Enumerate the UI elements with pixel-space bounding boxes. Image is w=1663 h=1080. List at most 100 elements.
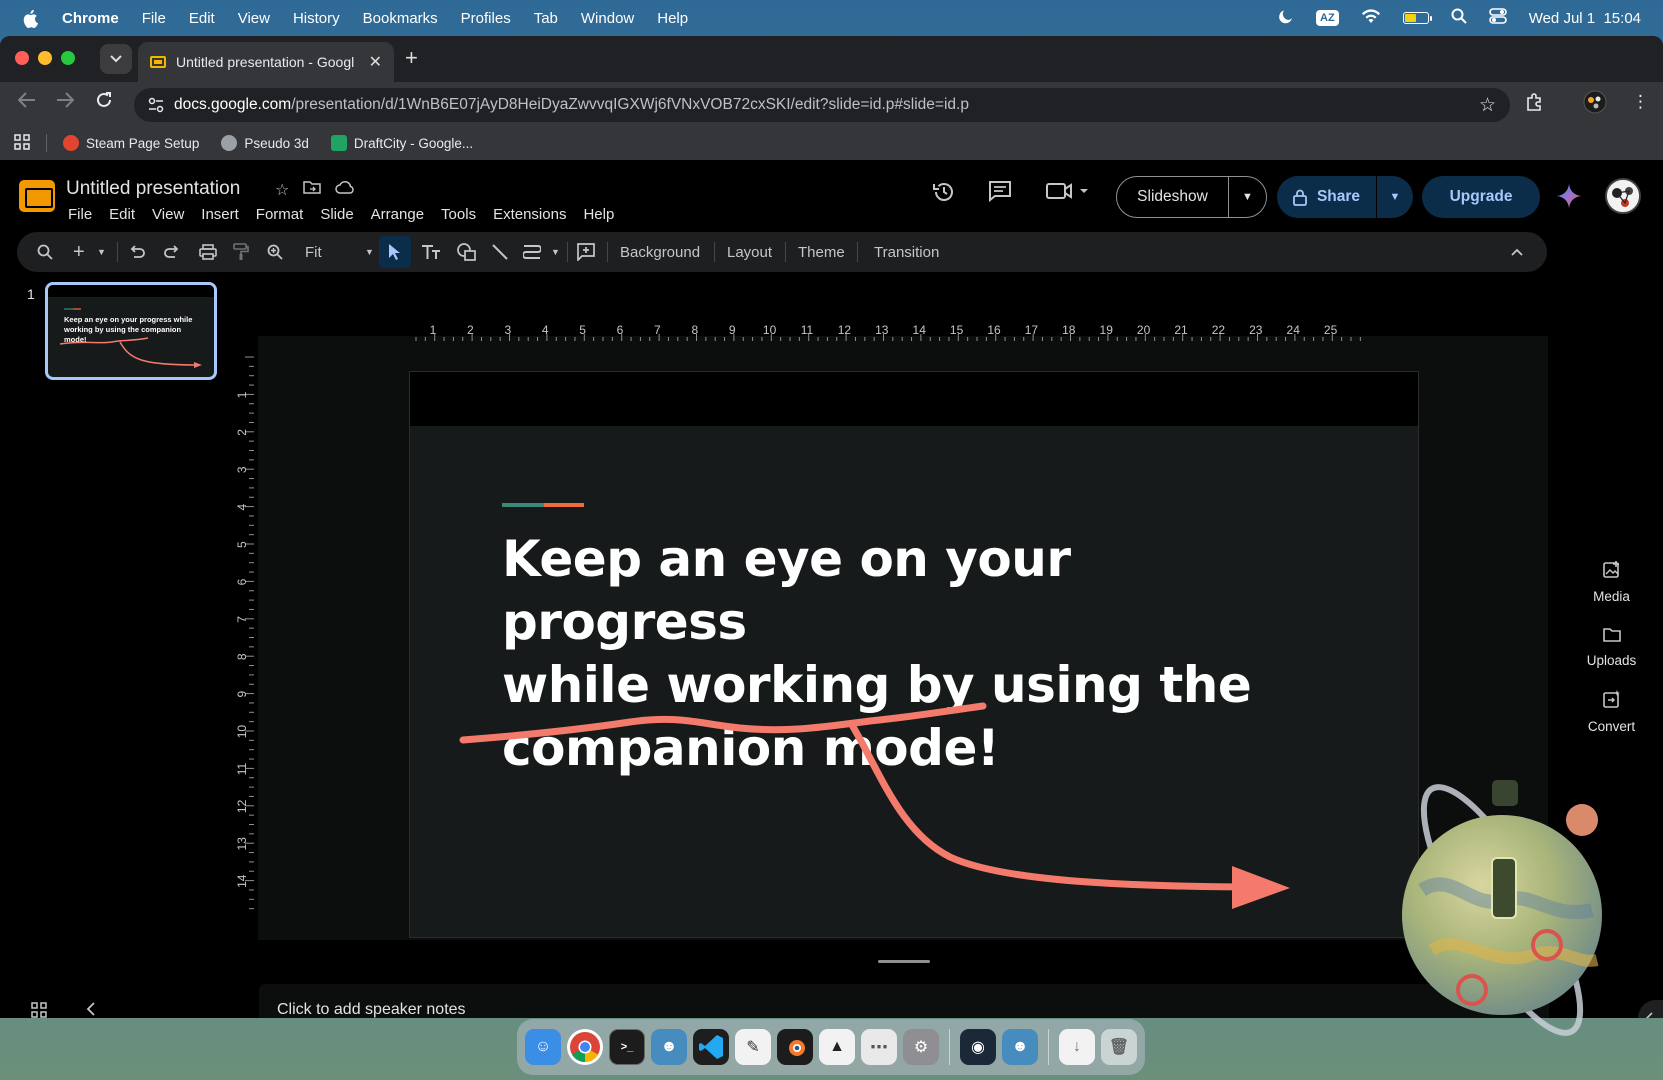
- share-dropdown-icon[interactable]: ▼: [1377, 191, 1413, 203]
- zoom-select[interactable]: Fit: [305, 232, 322, 272]
- trash-icon[interactable]: 🗑: [1101, 1029, 1137, 1065]
- chrome-icon[interactable]: [567, 1029, 603, 1065]
- menubar-view[interactable]: View: [238, 10, 270, 27]
- collapse-filmstrip-chevron-left-icon[interactable]: [86, 1000, 96, 1018]
- finder-icon[interactable]: ☺: [525, 1029, 561, 1065]
- drawing-app-icon[interactable]: ✎: [735, 1029, 771, 1065]
- tab-search-button[interactable]: [100, 44, 132, 74]
- share-button[interactable]: Share ▼: [1277, 176, 1413, 218]
- address-bar[interactable]: docs.google.com/presentation/d/1WnB6E07j…: [134, 88, 1510, 122]
- side-panel-media[interactable]: Media: [1560, 560, 1663, 604]
- bookmark-draftcity[interactable]: DraftCity - Google...: [330, 135, 473, 151]
- godot-icon[interactable]: ☻: [651, 1029, 687, 1065]
- slideshow-dropdown-icon[interactable]: ▼: [1229, 191, 1266, 203]
- slide-canvas[interactable]: Keep an eye on your progress while worki…: [409, 371, 1419, 938]
- battery-icon[interactable]: [1402, 12, 1432, 24]
- minimize-window-button[interactable]: [38, 51, 52, 65]
- side-panel-uploads[interactable]: Uploads: [1560, 626, 1663, 668]
- close-tab-icon[interactable]: ✕: [369, 52, 382, 72]
- downloads-icon[interactable]: ↓: [1059, 1029, 1095, 1065]
- system-settings-icon[interactable]: ⚙: [903, 1029, 939, 1065]
- menubar-app-name[interactable]: Chrome: [62, 10, 119, 27]
- select-tool-button[interactable]: [379, 236, 411, 268]
- zoom-dropdown-icon[interactable]: ▼: [365, 232, 374, 272]
- menubar-tab[interactable]: Tab: [534, 10, 558, 27]
- menubar-bookmarks[interactable]: Bookmarks: [363, 10, 438, 27]
- input-source-badge[interactable]: AZ: [1316, 10, 1339, 26]
- blender-icon[interactable]: [777, 1029, 813, 1065]
- site-settings-icon[interactable]: [148, 97, 164, 113]
- reload-icon[interactable]: [96, 92, 112, 113]
- bookmark-pseudo-3d[interactable]: Pseudo 3d: [221, 135, 309, 151]
- menu-arrange[interactable]: Arrange: [371, 206, 424, 223]
- zoom-window-button[interactable]: [61, 51, 75, 65]
- companion-planet-widget[interactable]: [1392, 780, 1612, 1050]
- side-panel-convert[interactable]: Convert: [1560, 690, 1663, 734]
- search-menus-icon[interactable]: [37, 232, 53, 272]
- star-icon[interactable]: ☆: [275, 180, 289, 200]
- cloud-saved-icon[interactable]: [335, 180, 355, 200]
- menu-slide[interactable]: Slide: [320, 206, 353, 223]
- menubar-window[interactable]: Window: [581, 10, 634, 27]
- new-slide-plus-icon[interactable]: +: [73, 232, 85, 272]
- upgrade-button[interactable]: Upgrade: [1422, 176, 1540, 218]
- grid-view-icon[interactable]: [31, 1002, 47, 1018]
- theme-button[interactable]: Theme: [798, 232, 845, 272]
- meet-video-icon[interactable]: [1046, 180, 1090, 208]
- document-title[interactable]: Untitled presentation: [66, 178, 240, 200]
- print-icon[interactable]: [199, 232, 217, 272]
- menubar-edit[interactable]: Edit: [189, 10, 215, 27]
- share-main[interactable]: Share: [1277, 176, 1377, 218]
- wifi-icon[interactable]: [1361, 8, 1381, 28]
- add-comment-icon[interactable]: [577, 232, 595, 272]
- move-folder-icon[interactable]: [303, 180, 322, 200]
- menu-extensions[interactable]: Extensions: [493, 206, 566, 223]
- menubar-file[interactable]: File: [142, 10, 166, 27]
- vscode-icon[interactable]: [693, 1029, 729, 1065]
- notes-resize-handle[interactable]: [878, 960, 930, 963]
- line-icon[interactable]: [491, 232, 509, 272]
- bookmark-star-icon[interactable]: ☆: [1479, 94, 1496, 117]
- apple-icon[interactable]: [22, 8, 40, 28]
- terminal-icon[interactable]: >_: [609, 1029, 645, 1065]
- menu-help[interactable]: Help: [583, 206, 614, 223]
- menu-format[interactable]: Format: [256, 206, 304, 223]
- new-slide-dropdown-icon[interactable]: ▼: [97, 232, 106, 272]
- line-style-icon[interactable]: [523, 232, 541, 272]
- menu-tools[interactable]: Tools: [441, 206, 476, 223]
- forward-arrow-icon[interactable]: [56, 92, 75, 113]
- menubar-history[interactable]: History: [293, 10, 340, 27]
- comments-icon[interactable]: [988, 180, 1012, 208]
- slides-logo-icon[interactable]: [19, 180, 55, 212]
- menu-file[interactable]: File: [68, 206, 92, 223]
- bookmark-steam-page-setup[interactable]: Steam Page Setup: [63, 135, 199, 151]
- launchpad-icon[interactable]: ⋯: [861, 1029, 897, 1065]
- background-button[interactable]: Background: [620, 232, 700, 272]
- vertical-ruler[interactable]: 1234567891011121314: [236, 332, 256, 932]
- browser-tab-active[interactable]: Untitled presentation - Googl ✕: [138, 42, 394, 82]
- paint-format-icon[interactable]: [233, 232, 249, 272]
- show-side-panel-chevron-left-icon[interactable]: [1638, 1000, 1663, 1018]
- spotlight-search-icon[interactable]: [1451, 8, 1467, 28]
- menubar-datetime[interactable]: Wed Jul 1 15:04: [1529, 10, 1641, 27]
- apps-grid-icon[interactable]: [14, 133, 30, 153]
- menubar-help[interactable]: Help: [657, 10, 688, 27]
- profile-avatar-small[interactable]: [1583, 90, 1607, 119]
- account-avatar[interactable]: [1605, 178, 1641, 214]
- redo-icon[interactable]: [164, 232, 180, 272]
- moon-icon[interactable]: [1278, 8, 1294, 28]
- close-window-button[interactable]: [15, 51, 29, 65]
- version-history-icon[interactable]: [932, 180, 956, 210]
- gemini-sparkle-icon[interactable]: [1557, 184, 1581, 208]
- transition-button[interactable]: Transition: [874, 232, 939, 272]
- menu-edit[interactable]: Edit: [109, 206, 135, 223]
- text-box-icon[interactable]: [421, 232, 441, 272]
- control-center-icon[interactable]: [1488, 8, 1507, 28]
- layout-button[interactable]: Layout: [727, 232, 772, 272]
- shape-icon[interactable]: [457, 232, 477, 272]
- inkscape-icon[interactable]: ▲: [819, 1029, 855, 1065]
- slide-thumbnail[interactable]: Keep an eye on your progress while worki…: [45, 282, 217, 380]
- slideshow-button[interactable]: Slideshow ▼: [1116, 176, 1267, 218]
- slideshow-label[interactable]: Slideshow: [1117, 177, 1229, 217]
- godot-icon-2[interactable]: ☻: [1002, 1029, 1038, 1065]
